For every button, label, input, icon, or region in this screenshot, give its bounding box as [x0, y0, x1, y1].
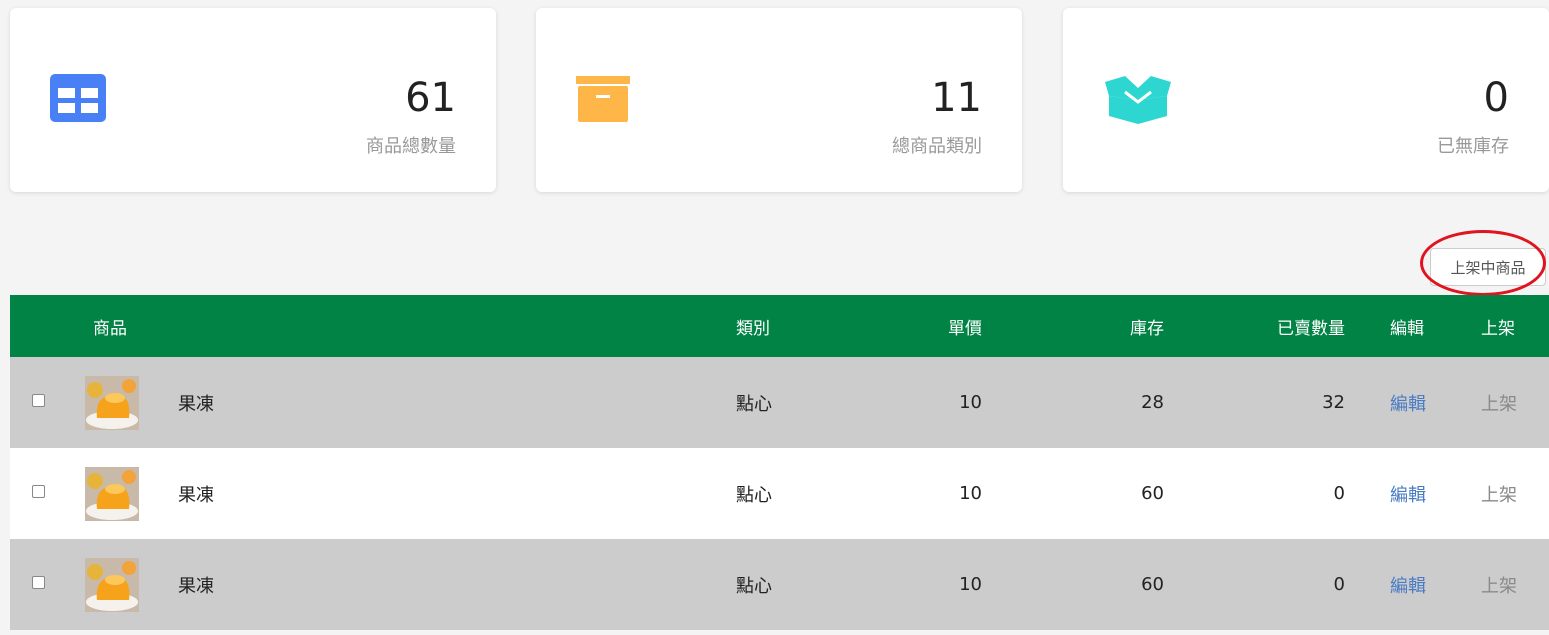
edit-link[interactable]: 編輯 [1390, 539, 1426, 630]
stat-label: 商品總數量 [366, 136, 456, 157]
edit-link[interactable]: 編輯 [1390, 448, 1426, 539]
jelly-image-icon [85, 557, 139, 612]
open-box-icon [1105, 76, 1171, 124]
stat-label: 總商品類別 [892, 136, 982, 157]
product-name: 果凍 [178, 575, 214, 597]
product-name: 果凍 [178, 484, 214, 506]
archive-box-icon [576, 76, 630, 122]
shelf-link[interactable]: 上架 [1481, 448, 1517, 539]
header-shelf: 上架 [1481, 318, 1515, 339]
product-category: 點心 [736, 575, 772, 597]
product-sold: 0 [1333, 483, 1345, 504]
product-price: 10 [959, 483, 982, 504]
grid-icon [50, 74, 106, 122]
header-stock: 庫存 [1130, 318, 1164, 339]
header-price: 單價 [948, 318, 982, 339]
product-thumbnail [85, 448, 139, 539]
product-price: 10 [959, 574, 982, 595]
shelf-link[interactable]: 上架 [1481, 357, 1517, 448]
product-sold: 0 [1333, 574, 1345, 595]
product-stock: 28 [1141, 392, 1164, 413]
stat-label: 已無庫存 [1437, 136, 1509, 157]
product-stock: 60 [1141, 574, 1164, 595]
table-header: 商品 類別 單價 庫存 已賣數量 編輯 上架 [10, 295, 1549, 357]
product-thumbnail [85, 539, 139, 630]
table-row: 果凍 點心 10 28 32 編輯 上架 [10, 357, 1549, 448]
jelly-image-icon [85, 466, 139, 521]
shelf-link[interactable]: 上架 [1481, 539, 1517, 630]
header-category: 類別 [736, 318, 770, 339]
row-checkbox[interactable] [32, 576, 45, 589]
table-row: 果凍 點心 10 60 0 編輯 上架 [10, 539, 1549, 630]
product-price: 10 [959, 392, 982, 413]
product-sold: 32 [1322, 392, 1345, 413]
stat-card-total-products: 61 商品總數量 [10, 8, 496, 192]
row-checkbox[interactable] [32, 394, 45, 407]
stat-value: 61 [405, 75, 456, 121]
stat-value: 0 [1483, 75, 1509, 121]
header-sold: 已賣數量 [1277, 318, 1345, 339]
on-shelf-filter-button[interactable]: 上架中商品 [1430, 248, 1546, 286]
product-category: 點心 [736, 484, 772, 506]
header-edit: 編輯 [1390, 318, 1424, 339]
edit-link[interactable]: 編輯 [1390, 357, 1426, 448]
stat-value: 11 [931, 75, 982, 121]
product-category: 點心 [736, 393, 772, 415]
row-checkbox[interactable] [32, 485, 45, 498]
product-table: 商品 類別 單價 庫存 已賣數量 編輯 上架 果凍 點心 10 28 32 編輯… [10, 295, 1549, 630]
product-name: 果凍 [178, 393, 214, 415]
product-stock: 60 [1141, 483, 1164, 504]
jelly-image-icon [85, 375, 139, 430]
stat-card-out-of-stock: 0 已無庫存 [1063, 8, 1549, 192]
table-row: 果凍 點心 10 60 0 編輯 上架 [10, 448, 1549, 539]
header-product: 商品 [93, 318, 127, 339]
product-thumbnail [85, 357, 139, 448]
stat-card-total-categories: 11 總商品類別 [536, 8, 1022, 192]
